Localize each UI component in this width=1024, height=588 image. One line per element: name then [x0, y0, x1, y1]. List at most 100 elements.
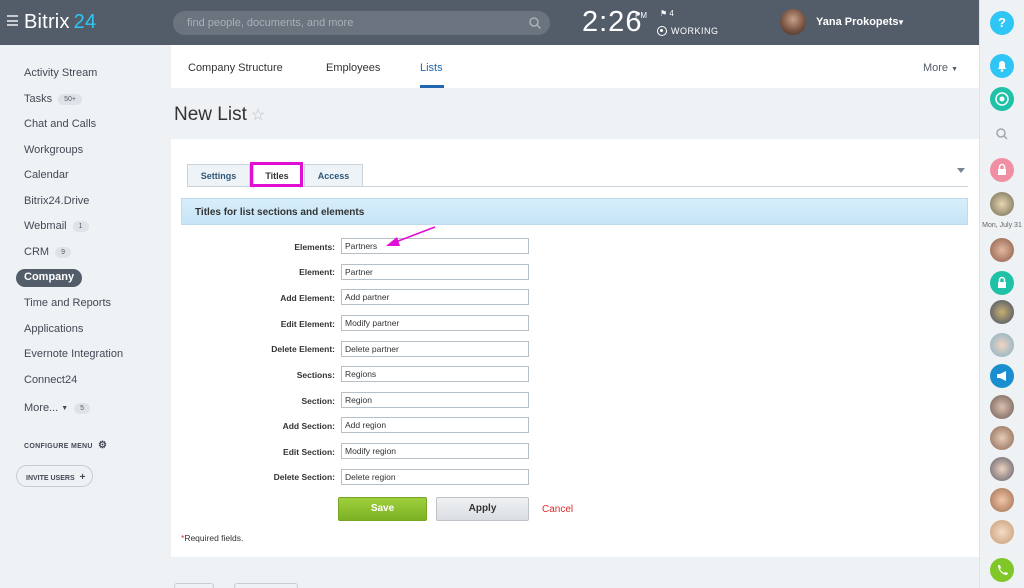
tabs-divider	[187, 186, 968, 187]
cancel-button[interactable]: Cancel	[542, 504, 573, 515]
annotation-arrow-icon	[386, 226, 436, 246]
sidebar-item-label: Workgroups	[24, 144, 84, 156]
sidebar-item-label: Activity Stream	[24, 67, 98, 79]
section-field[interactable]	[341, 392, 529, 408]
notifications-icon[interactable]	[990, 54, 1014, 78]
edit-section-field[interactable]	[341, 443, 529, 459]
tab-settings[interactable]: Settings	[187, 164, 250, 187]
sidebar-item-tasks[interactable]: Tasks 50+	[24, 93, 82, 105]
sidebar-item-workgroups[interactable]: Workgroups	[24, 144, 83, 156]
logo-number: 24	[73, 11, 97, 33]
sidebar-item-label: Company	[24, 271, 75, 283]
edit-element-field[interactable]	[341, 315, 529, 331]
sections-field[interactable]	[341, 366, 529, 382]
status-dot-icon	[657, 26, 667, 36]
contact-avatar[interactable]	[990, 520, 1014, 544]
sidebar-item-label: More...	[24, 402, 59, 414]
sidebar-item-more[interactable]: More... ▼ 5	[24, 402, 91, 414]
sidebar-item-time-reports[interactable]: Time and Reports	[24, 297, 111, 309]
element-field[interactable]	[341, 264, 529, 280]
clock-time[interactable]: 2:26	[582, 6, 642, 39]
user-avatar[interactable]	[780, 9, 806, 35]
search-icon[interactable]	[990, 122, 1014, 146]
field-label: Delete Section:	[273, 472, 335, 482]
contact-avatar[interactable]	[990, 457, 1014, 481]
footer-button[interactable]	[234, 583, 298, 588]
help-button[interactable]: ?	[990, 11, 1014, 35]
field-label: Delete Element:	[271, 344, 335, 354]
add-element-field[interactable]	[341, 289, 529, 305]
contact-avatar[interactable]	[990, 395, 1014, 419]
flag-counter[interactable]: ⚑ 4	[660, 9, 674, 18]
chevron-down-icon: ▼	[951, 66, 958, 73]
chevron-down-icon[interactable]	[957, 168, 965, 173]
sidebar-item-label: CRM	[24, 246, 50, 258]
sidebar-item-label: Tasks	[24, 93, 53, 105]
sidebar-item-connect24[interactable]: Connect24	[24, 374, 77, 386]
star-icon[interactable]: ☆	[251, 107, 265, 124]
section-header: Titles for list sections and elements	[181, 198, 968, 225]
delete-element-field[interactable]	[341, 341, 529, 357]
contact-avatar[interactable]	[990, 192, 1014, 216]
megaphone-icon[interactable]	[990, 364, 1014, 388]
configure-menu-button[interactable]: CONFIGURE MENU ⚙	[24, 440, 107, 451]
footer-button[interactable]	[174, 583, 214, 588]
menu-icon[interactable]	[7, 15, 18, 26]
lock-icon[interactable]	[990, 271, 1014, 295]
user-name[interactable]: Yana Prokopets	[816, 16, 899, 28]
section-tabs: Company Structure Employees Lists More ▼	[171, 45, 979, 88]
apply-button[interactable]: Apply	[436, 497, 529, 521]
field-label: Add Section:	[282, 421, 335, 431]
sidebar-item-drive[interactable]: Bitrix24.Drive	[24, 195, 89, 207]
sidebar-item-label: Connect24	[24, 374, 78, 386]
work-status-label: WORKING	[671, 26, 719, 36]
field-label: Edit Section:	[283, 447, 335, 457]
field-label: Element:	[299, 267, 335, 277]
phone-icon[interactable]	[990, 558, 1014, 582]
sidebar-item-crm[interactable]: CRM 9	[24, 246, 71, 258]
chevron-down-icon[interactable]: ▼	[897, 18, 905, 27]
sidebar-item-label: Evernote Integration	[24, 348, 124, 360]
field-label: Edit Element:	[280, 319, 335, 329]
contact-avatar[interactable]	[990, 238, 1014, 262]
contact-avatar[interactable]	[990, 300, 1014, 324]
tab-access[interactable]: Access	[304, 164, 363, 187]
search-input[interactable]: find people, documents, and more	[173, 11, 550, 35]
contact-avatar[interactable]	[990, 426, 1014, 450]
top-bar: Bitrix 24 find people, documents, and mor…	[0, 0, 979, 45]
sidebar-item-applications[interactable]: Applications	[24, 323, 83, 335]
add-section-field[interactable]	[341, 417, 529, 433]
delete-section-field[interactable]	[341, 469, 529, 485]
sidebar-item-label: Calendar	[24, 169, 69, 181]
sidebar-item-company[interactable]: Company	[16, 269, 82, 287]
sidebar-item-calendar[interactable]: Calendar	[24, 169, 69, 181]
logo[interactable]: Bitrix 24	[24, 11, 96, 34]
more-button[interactable]: More ▼	[923, 62, 958, 74]
search-icon[interactable]	[528, 16, 542, 30]
sidebar-item-activity-stream[interactable]: Activity Stream	[24, 67, 97, 79]
field-label: Elements:	[294, 242, 335, 252]
sidebar-item-label: Bitrix24.Drive	[24, 195, 90, 207]
sidebar-item-label: Applications	[24, 323, 84, 335]
tab-employees[interactable]: Employees	[326, 62, 380, 74]
clock-ampm: PM	[635, 11, 647, 20]
chat-icon[interactable]	[990, 87, 1014, 111]
field-label: Add Element:	[280, 293, 335, 303]
work-status[interactable]: WORKING	[657, 26, 719, 36]
invite-users-label: INVITE USERS	[26, 475, 75, 482]
tab-lists[interactable]: Lists	[420, 62, 443, 74]
sidebar-item-chat[interactable]: Chat and Calls	[24, 118, 96, 130]
configure-menu-label: CONFIGURE MENU	[24, 443, 93, 450]
required-note: *Required fields.	[181, 533, 243, 543]
sidebar-item-evernote[interactable]: Evernote Integration	[24, 348, 123, 360]
tab-company-structure[interactable]: Company Structure	[188, 62, 283, 74]
save-button[interactable]: Save	[338, 497, 427, 521]
sidebar-item-webmail[interactable]: Webmail 1	[24, 220, 89, 232]
contact-avatar[interactable]	[990, 488, 1014, 512]
contact-avatar[interactable]	[990, 333, 1014, 357]
required-note-text: Required fields.	[184, 533, 244, 543]
invite-users-button[interactable]: INVITE USERS +	[16, 465, 93, 487]
more-label: More	[922, 62, 948, 74]
sidebar-item-label: Chat and Calls	[24, 118, 97, 130]
lock-icon[interactable]	[990, 158, 1014, 182]
